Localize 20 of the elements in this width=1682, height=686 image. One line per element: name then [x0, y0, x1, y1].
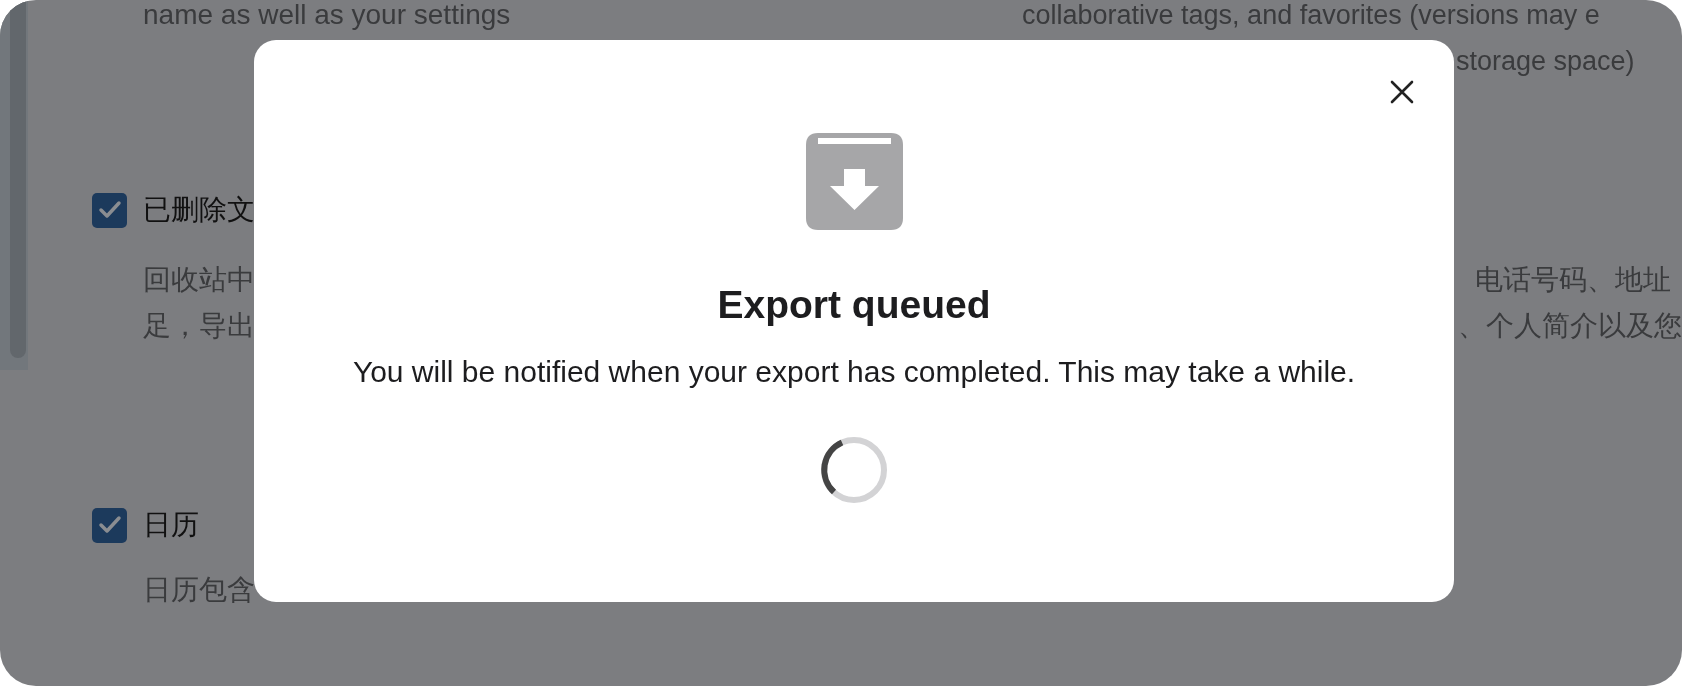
description-text: 回收站中: [143, 263, 255, 297]
description-text: 日历包含: [143, 573, 255, 607]
dialog-title: Export queued: [717, 282, 991, 328]
checkmark-icon: [97, 200, 122, 220]
description-text: collaborative tags, and favorites (versions may e: [1022, 0, 1600, 32]
description-text: 电话号码、地址: [1475, 263, 1671, 297]
description-text: 、个人简介以及您: [1458, 309, 1682, 343]
checkbox[interactable]: [92, 507, 127, 543]
close-icon[interactable]: [1390, 80, 1414, 104]
loading-spinner: [820, 436, 888, 504]
option-label: 已删除文: [143, 193, 255, 227]
dialog-message: You will be notified when your export has completed. This may take a while.: [352, 354, 1356, 390]
archive-download-icon: [805, 133, 903, 230]
description-text: name as well as your settings: [143, 0, 511, 32]
option-label: 日历: [143, 508, 199, 542]
scrollbar[interactable]: [10, 0, 26, 358]
checkbox[interactable]: [92, 192, 127, 228]
description-text: storage space): [1456, 45, 1635, 78]
description-text: 足，导出: [143, 309, 255, 343]
checkmark-icon: [97, 515, 122, 535]
